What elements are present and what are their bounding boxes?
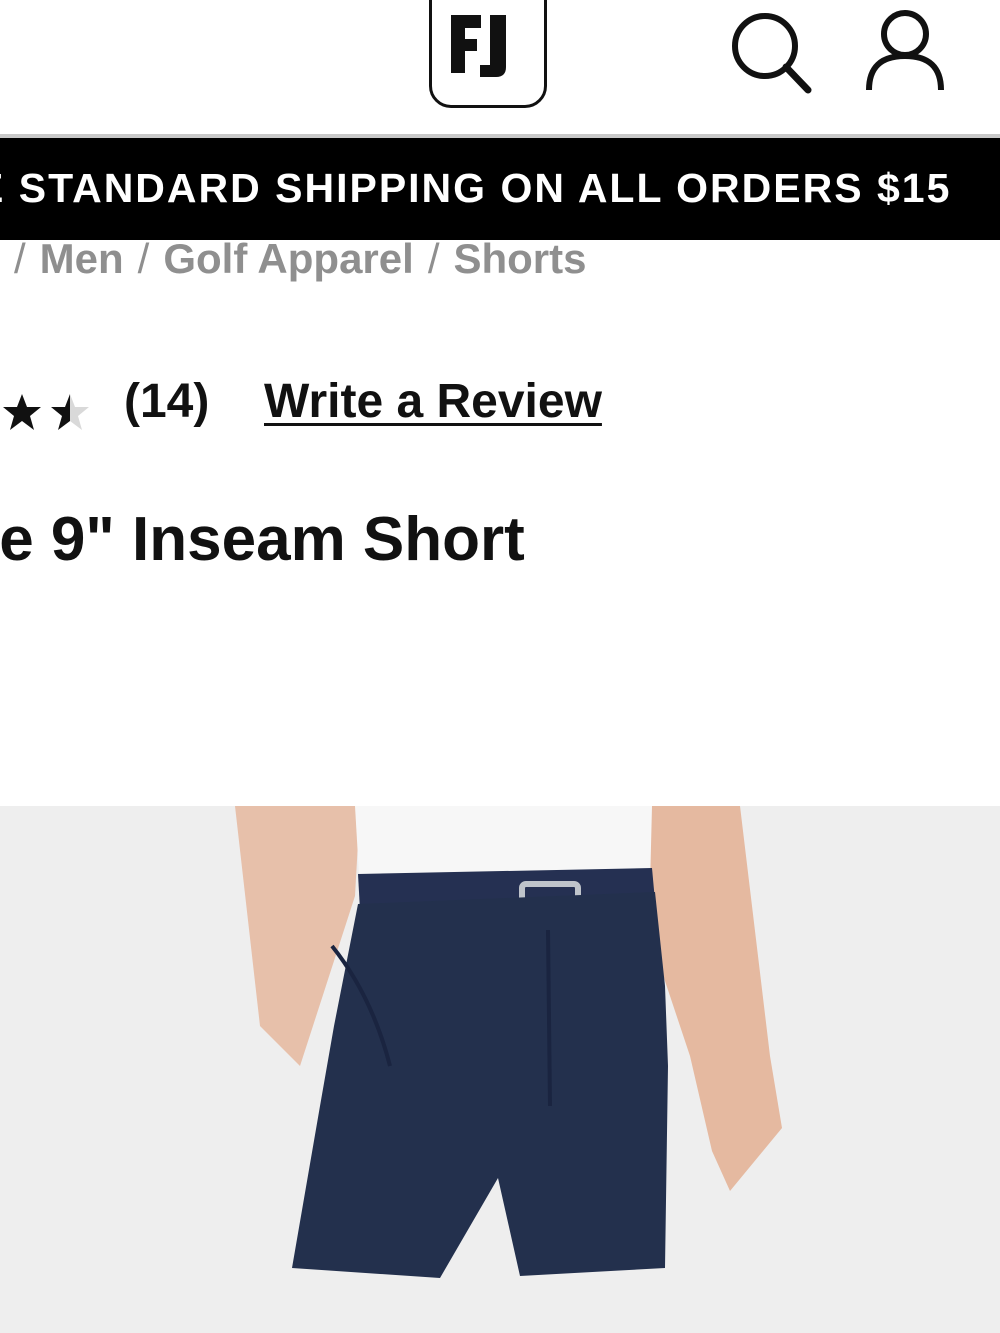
search-button[interactable] (728, 4, 814, 100)
breadcrumb-golf-apparel[interactable]: Golf Apparel (163, 235, 413, 282)
site-header (0, 0, 1000, 138)
account-icon (866, 10, 944, 91)
product-image[interactable] (0, 806, 1000, 1333)
search-icon (732, 13, 812, 94)
half-star-icon (51, 394, 89, 430)
breadcrumb-separator: / (14, 235, 26, 282)
rating-stars (3, 394, 89, 430)
account-button[interactable] (862, 4, 948, 100)
promo-banner: E STANDARD SHIPPING ON ALL ORDERS $15 (0, 138, 1000, 240)
breadcrumb: / Men / Golf Apparel / Shorts (0, 232, 587, 286)
fj-logo[interactable] (429, 0, 547, 108)
shorts-model-illustration (0, 806, 1000, 1333)
promo-text: E STANDARD SHIPPING ON ALL ORDERS $15 (0, 165, 952, 211)
breadcrumb-separator: / (137, 235, 150, 282)
fj-logo-mark (451, 15, 506, 77)
product-title: ie 9" Inseam Short (0, 505, 525, 574)
star-icon (3, 394, 41, 430)
breadcrumb-separator: / (427, 235, 440, 282)
breadcrumb-men[interactable]: Men (40, 235, 124, 282)
breadcrumb-shorts[interactable]: Shorts (453, 235, 586, 282)
review-count: (14) (124, 375, 210, 428)
write-review-link[interactable]: Write a Review (264, 372, 602, 432)
